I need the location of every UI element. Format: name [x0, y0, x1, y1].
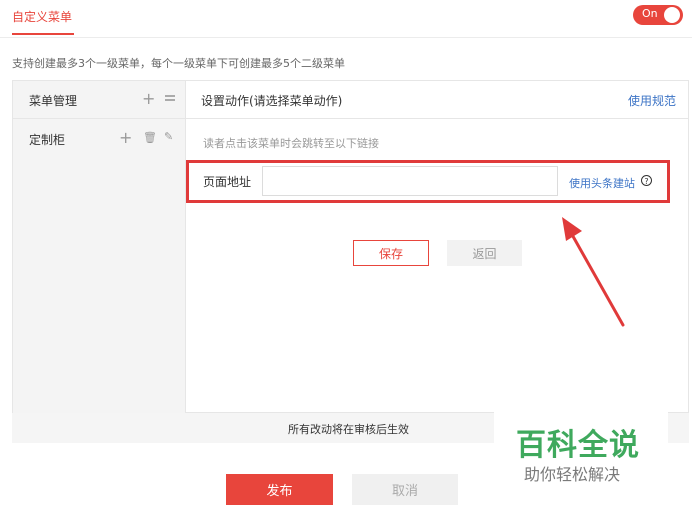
menu-limit-hint: 支持创建最多3个一级菜单，每个一级菜单下可创建最多5个二级菜单 [12, 57, 345, 70]
sidebar-title: 菜单管理 [29, 94, 78, 108]
add-submenu-icon[interactable]: + [119, 130, 132, 146]
annotation-highlight-box [186, 160, 670, 203]
usage-rules-link[interactable]: 使用规范 [628, 92, 676, 109]
toggle-knob [664, 7, 680, 23]
watermark-tagline: 助你轻松解决 [524, 465, 621, 484]
save-button[interactable]: 保存 [353, 240, 429, 266]
sort-icon[interactable] [165, 95, 175, 101]
sidebar-item-label: 定制柜 [29, 133, 66, 147]
action-title: 设置动作(请选择菜单动作) [201, 94, 343, 108]
add-menu-icon[interactable]: + [142, 91, 155, 107]
tab-active-underline [12, 33, 74, 35]
delete-icon[interactable]: 🗑 [143, 131, 157, 144]
review-notice-text: 所有改动将在审核后生效 [288, 423, 409, 436]
cancel-button[interactable]: 取消 [352, 474, 458, 505]
top-divider [0, 37, 692, 38]
redirect-note: 读者点击该菜单时会跳转至以下链接 [203, 137, 379, 150]
back-button[interactable]: 返回 [447, 240, 522, 266]
publish-button[interactable]: 发布 [226, 474, 333, 505]
edit-icon[interactable]: ✎ [164, 130, 173, 143]
annotation-arrow [562, 217, 625, 327]
toggle-label: On [642, 7, 658, 20]
watermark-logo-text: 百科全说 [516, 428, 640, 463]
tab-custom-menu[interactable]: 自定义菜单 [12, 8, 72, 25]
